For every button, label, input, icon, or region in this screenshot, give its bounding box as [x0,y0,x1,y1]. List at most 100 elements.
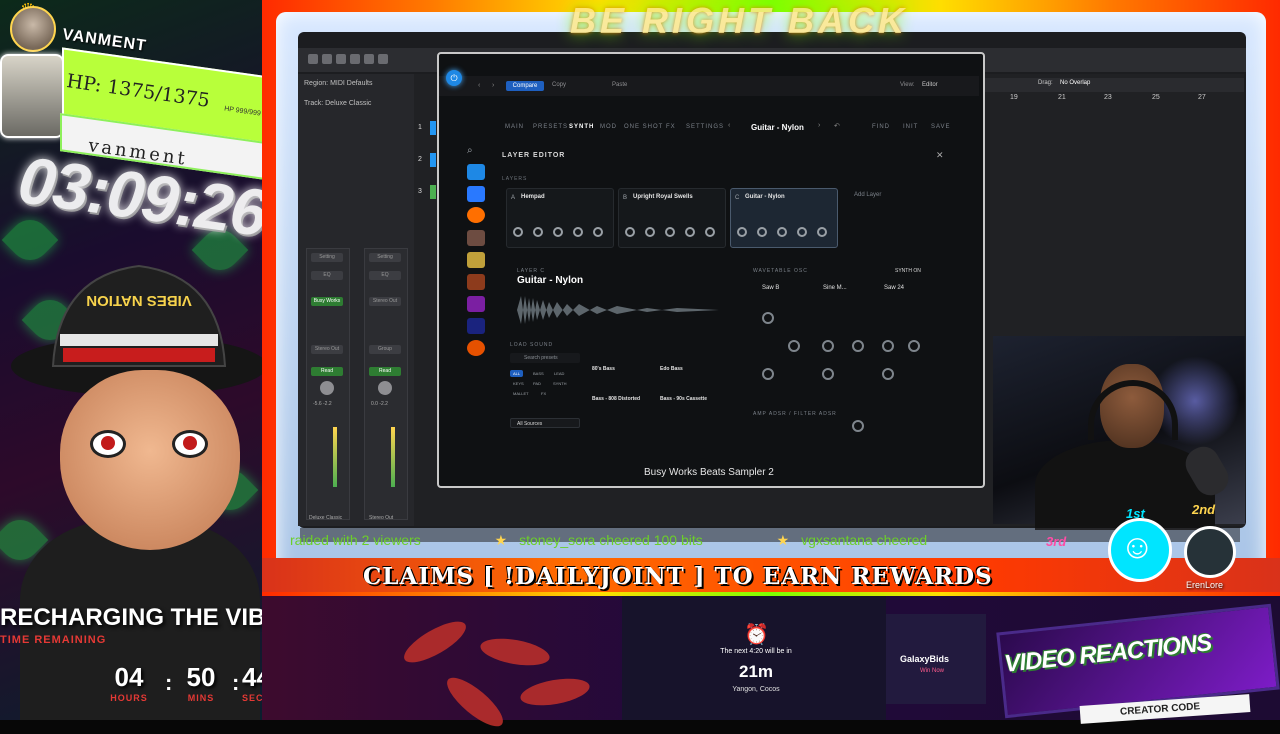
user-icon[interactable] [467,186,485,202]
arrow-left-icon[interactable]: ‹ [478,82,480,89]
drag-mode-select[interactable]: No Overlap [1060,80,1090,86]
filter-chip[interactable]: KEYS [510,380,527,387]
search-presets-input[interactable]: Search presets [510,353,580,363]
layer-knob[interactable] [757,227,767,237]
eq-button[interactable]: EQ [369,271,401,280]
sidebar-app-icon[interactable] [467,274,485,290]
output-slot[interactable]: Stereo Out [311,345,343,354]
add-layer-button[interactable]: Add Layer [854,192,881,198]
synth-knob[interactable] [762,368,774,380]
find-button[interactable]: FIND [872,124,890,130]
filter-chip[interactable]: FX [538,390,549,397]
filter-chip[interactable]: PAD [530,380,544,387]
preset-item[interactable]: Bass - 808 Distorted [592,396,640,402]
synth-knob[interactable] [852,340,864,352]
layer-knob[interactable] [777,227,787,237]
layer-knob[interactable] [625,227,635,237]
output-slot[interactable]: Stereo Out [369,297,401,306]
tab-settings[interactable]: SETTINGS [686,124,724,130]
osc-select[interactable]: Saw B [762,285,779,291]
synth-knob[interactable] [822,340,834,352]
preset-item[interactable]: Bass - 90s Cassette [660,396,707,402]
layer-knob[interactable] [593,227,603,237]
automation-read-button[interactable]: Read [311,367,343,376]
editors-icon[interactable] [378,54,388,64]
track-number[interactable]: 3 [418,188,422,195]
setting-button[interactable]: Setting [369,253,401,262]
tab-main[interactable]: MAIN [505,124,524,130]
layer-knob[interactable] [573,227,583,237]
undo-icon[interactable]: ↶ [834,122,840,130]
tab-one-shot[interactable]: ONE SHOT [624,124,663,130]
close-icon[interactable]: ✕ [936,150,944,161]
layer-knob[interactable] [685,227,695,237]
mixer-icon[interactable] [364,54,374,64]
compare-button[interactable]: Compare [506,81,544,91]
track-number[interactable]: 1 [418,124,422,131]
filter-chip[interactable]: SYNTH [550,380,570,387]
sidebar-app-icon[interactable] [467,318,485,334]
power-icon[interactable]: ⏻ [446,70,462,86]
tab-mod[interactable]: MOD [600,124,617,130]
synth-knob[interactable] [762,312,774,324]
preset-item[interactable]: Edo Bass [660,366,683,372]
osc-select[interactable]: Sine M... [823,285,847,291]
tab-presets[interactable]: PRESETS [533,124,568,130]
search-icon[interactable]: ⌕ [467,145,485,161]
view-select[interactable]: Editor [922,82,938,88]
layer-knob[interactable] [797,227,807,237]
filter-chip[interactable]: BASS [530,370,547,377]
inspector-track-label[interactable]: Track: Deluxe Classic [304,100,371,107]
synth-knob[interactable] [908,340,920,352]
help-icon[interactable] [336,54,346,64]
layer-knob[interactable] [737,227,747,237]
sidebar-app-icon[interactable] [467,164,485,180]
save-button[interactable]: SAVE [931,124,951,130]
layer-knob[interactable] [533,227,543,237]
inspector-region-label[interactable]: Region: MIDI Defaults [304,80,372,87]
waveform-display[interactable] [517,292,719,328]
layer-card-b[interactable]: B Upright Royal Swells [618,188,726,248]
synth-knob[interactable] [852,420,864,432]
tab-fx[interactable]: FX [666,124,676,130]
track-number[interactable]: 2 [418,156,422,163]
filter-chip[interactable]: MALLET [510,390,532,397]
filter-chip[interactable]: ALL [510,370,524,377]
pan-knob[interactable] [378,381,392,395]
layer-knob[interactable] [513,227,523,237]
library-icon[interactable] [308,54,318,64]
timeline-ruler[interactable] [984,78,1244,92]
group-slot[interactable]: Group [369,345,401,354]
osc-select[interactable]: Saw 24 [884,285,904,291]
synth-knob[interactable] [822,368,834,380]
instrument-slot[interactable]: Busy Works [311,297,343,306]
sidebar-app-icon[interactable] [467,207,485,223]
synth-knob[interactable] [882,340,894,352]
sidebar-app-icon[interactable] [467,296,485,312]
init-button[interactable]: INIT [903,124,918,130]
previous-preset-icon[interactable]: ‹ [728,122,730,129]
layer-knob[interactable] [705,227,715,237]
copy-button[interactable]: Copy [552,82,566,88]
sidebar-app-icon[interactable] [467,252,485,268]
preset-item[interactable]: 80's Bass [592,366,615,372]
inspector-icon[interactable] [322,54,332,64]
synth-knob[interactable] [788,340,800,352]
automation-read-button[interactable]: Read [369,367,401,376]
setting-button[interactable]: Setting [311,253,343,262]
sidebar-app-icon[interactable] [467,230,485,246]
synth-on-toggle[interactable]: SYNTH ON [895,268,921,274]
paste-button[interactable]: Paste [612,82,627,88]
synth-knob[interactable] [882,368,894,380]
smart-controls-icon[interactable] [350,54,360,64]
layer-card-c[interactable]: C Guitar - Nylon [730,188,838,248]
pan-knob[interactable] [320,381,334,395]
tab-synth[interactable]: SYNTH [569,124,594,130]
arrow-right-icon[interactable]: › [492,82,494,89]
filter-chip[interactable]: LEAD [551,370,567,377]
preset-name[interactable]: Guitar - Nylon [751,123,804,132]
layer-knob[interactable] [553,227,563,237]
layer-card-a[interactable]: A Hempad [506,188,614,248]
next-preset-icon[interactable]: › [818,122,820,129]
layer-knob[interactable] [665,227,675,237]
